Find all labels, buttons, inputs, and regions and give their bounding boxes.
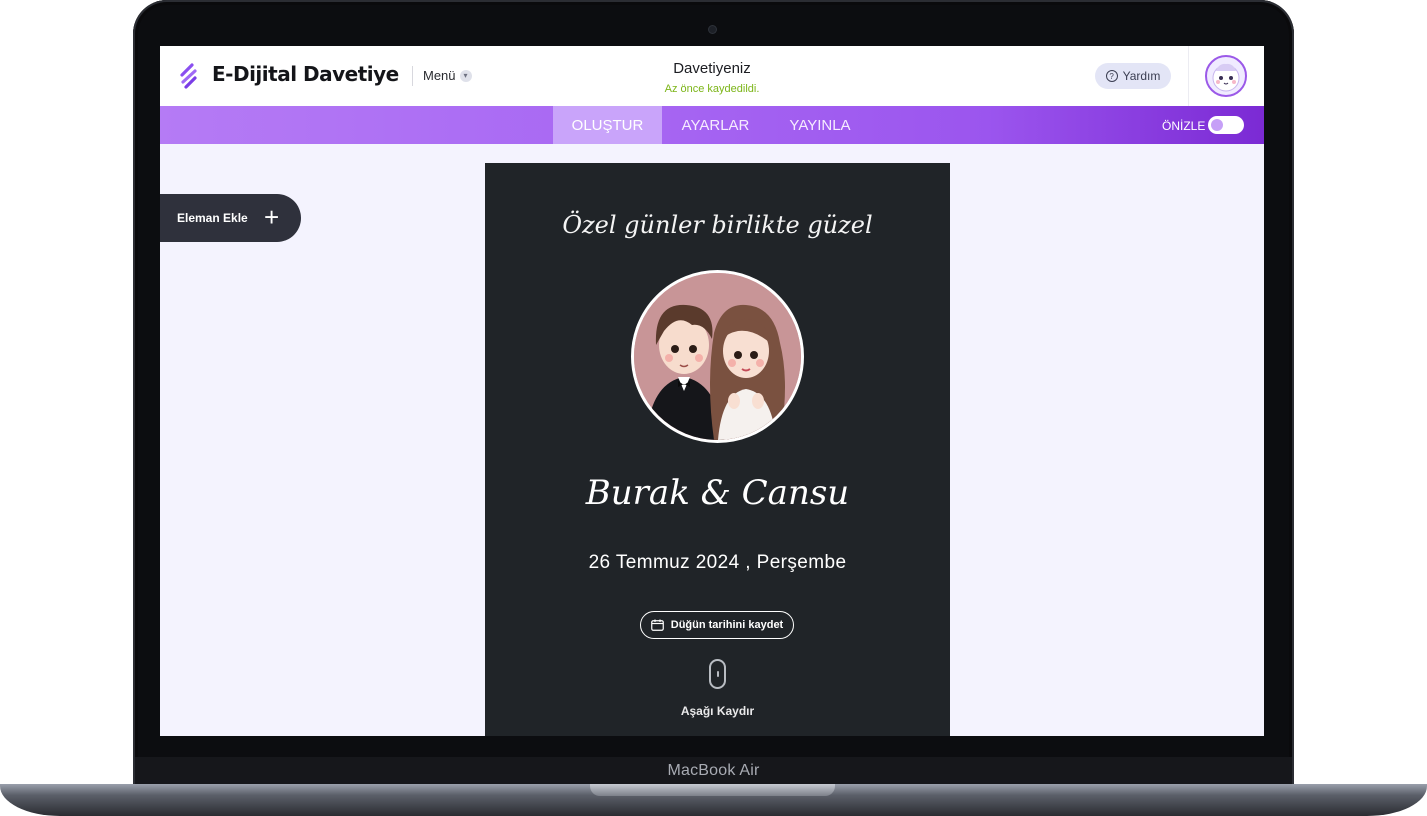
save-date-label: Düğün tarihini kaydet (670, 619, 784, 631)
calendar-icon (650, 619, 664, 631)
add-element-label: Eleman Ekle (177, 211, 248, 225)
preview-label: ÖNİZLE (1162, 119, 1206, 133)
question-icon: ? (1105, 70, 1118, 82)
scroll-hint: Aşağı Kaydır (680, 704, 755, 718)
scroll-mouse-icon (709, 659, 726, 689)
camera-icon (709, 26, 716, 33)
tab-create[interactable]: OLUŞTUR (553, 106, 662, 144)
toggle-knob (1211, 119, 1223, 131)
app-screen: E-Dijital Davetiye Menü ▾ Davetiyeniz Az… (160, 46, 1264, 736)
preview-toggle[interactable] (1208, 116, 1244, 134)
tab-publish[interactable]: YAYINLA (770, 106, 870, 144)
plus-icon: + (264, 202, 280, 232)
wedding-date[interactable]: 26 Temmuz 2024 , Perşembe (485, 552, 950, 574)
topbar-divider (1188, 46, 1189, 106)
laptop-chin: MacBook Air (135, 757, 1292, 785)
tab-settings[interactable]: AYARLAR (665, 106, 766, 144)
add-element-button[interactable]: Eleman Ekle + (160, 194, 301, 242)
device-label: MacBook Air (667, 762, 760, 779)
save-date-button[interactable]: Düğün tarihini kaydet (640, 611, 794, 639)
couple-photo[interactable] (631, 270, 804, 443)
couple-illustration (634, 273, 801, 440)
avatar-face-icon (1212, 63, 1240, 92)
avatar[interactable] (1205, 55, 1247, 97)
top-bar: E-Dijital Davetiye Menü ▾ Davetiyeniz Az… (160, 46, 1264, 106)
help-button[interactable]: ? Yardım (1095, 63, 1171, 89)
help-label: Yardım (1122, 69, 1161, 83)
laptop-hinge-notch (590, 784, 835, 796)
invitation-card[interactable]: Özel günler birlikte güzel Burak & Cansu… (485, 163, 950, 736)
main-nav: OLUŞTUR AYARLAR YAYINLA ÖNİZLE (160, 106, 1264, 144)
invitation-tagline[interactable]: Özel günler birlikte güzel (485, 211, 950, 239)
couple-names[interactable]: Burak & Cansu (485, 473, 950, 513)
